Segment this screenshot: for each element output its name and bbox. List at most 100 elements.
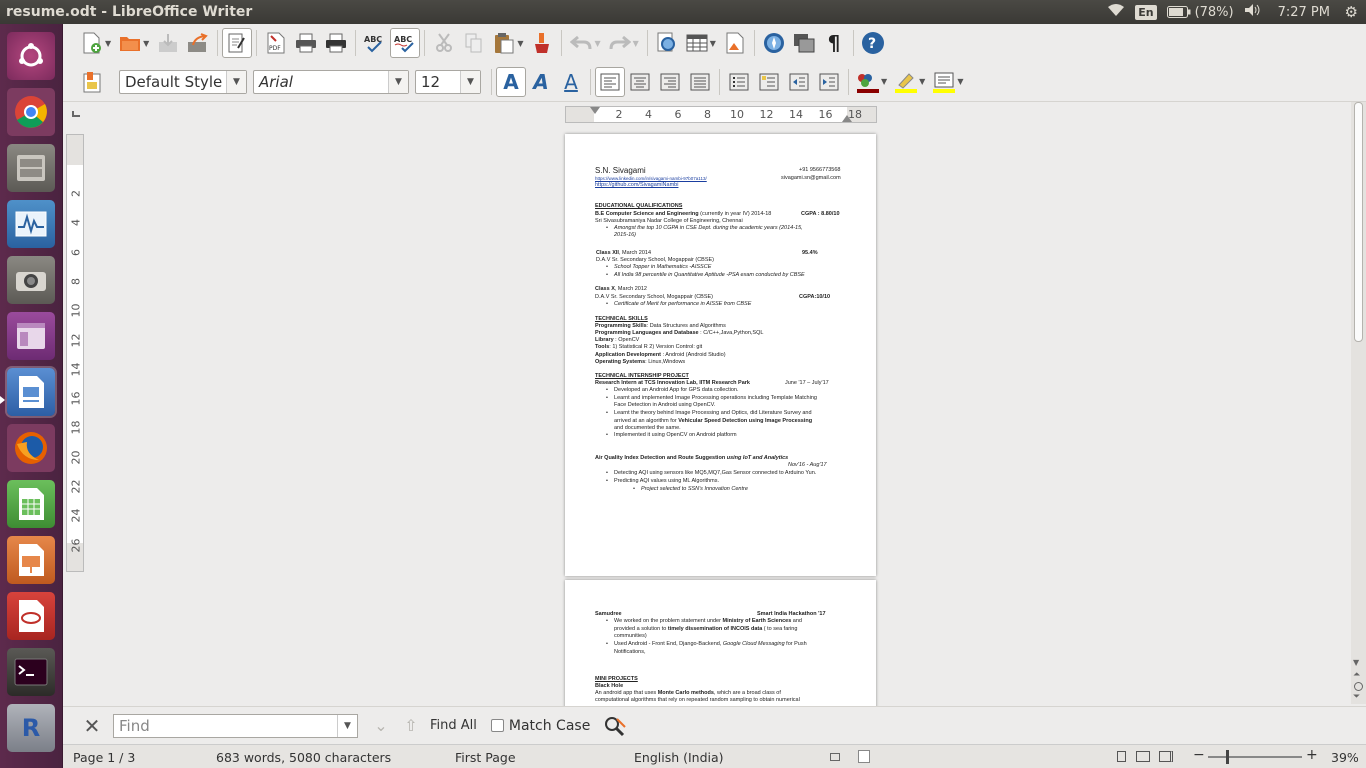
open-dropdown-arrow[interactable]: ▼ xyxy=(143,39,149,48)
libreoffice-writer-icon[interactable] xyxy=(7,368,55,416)
multi-page-view-icon[interactable] xyxy=(1136,751,1150,762)
export-pdf-icon[interactable]: PDF xyxy=(261,28,291,58)
auto-spellcheck-icon[interactable]: ABC xyxy=(390,28,421,58)
save-icon[interactable] xyxy=(153,28,183,58)
find-all-button[interactable]: Find All xyxy=(430,718,477,733)
insert-image-icon[interactable] xyxy=(720,28,750,58)
terminal-icon[interactable] xyxy=(7,648,55,696)
left-indent-marker[interactable] xyxy=(590,107,600,114)
unordered-list-icon[interactable] xyxy=(724,67,754,97)
zoom-slider-thumb[interactable] xyxy=(1226,750,1230,764)
page-count[interactable]: Page 1 / 3 xyxy=(73,750,135,765)
find-replace-icon[interactable] xyxy=(652,28,682,58)
clone-formatting-icon[interactable] xyxy=(527,28,557,58)
align-left-icon[interactable] xyxy=(595,66,625,97)
single-page-view-icon[interactable] xyxy=(1117,751,1126,762)
highlight-dropdown-arrow[interactable]: ▼ xyxy=(919,77,925,86)
horizontal-ruler[interactable]: 2 4 6 8 10 12 14 16 18 xyxy=(565,106,877,123)
battery-indicator[interactable]: (78%) xyxy=(1166,5,1234,20)
justify-icon[interactable] xyxy=(685,67,715,97)
chevron-down-icon[interactable]: ▼ xyxy=(337,714,357,737)
page-2[interactable]: Samudree Smart India Hackathon '17 • We … xyxy=(565,580,876,706)
volume-icon[interactable] xyxy=(1244,3,1262,21)
background-color-icon[interactable] xyxy=(929,67,959,97)
background-color-dropdown-arrow[interactable]: ▼ xyxy=(957,77,963,86)
vertical-scrollbar[interactable]: ▼ ⏶ ⏷ xyxy=(1351,102,1366,704)
font-size-combo[interactable]: 12 ▼ xyxy=(415,69,481,94)
page-style[interactable]: First Page xyxy=(455,750,516,765)
word-count[interactable]: 683 words, 5080 characters xyxy=(216,750,391,765)
firefox-icon[interactable] xyxy=(7,424,55,472)
spelling-icon[interactable]: ABC xyxy=(360,28,390,58)
chevron-down-icon[interactable]: ▼ xyxy=(226,70,246,93)
align-center-icon[interactable] xyxy=(625,67,655,97)
find-input[interactable]: Find ▼ xyxy=(113,713,358,738)
gallery-icon[interactable] xyxy=(789,28,819,58)
zoom-out-icon[interactable]: − xyxy=(1193,747,1205,763)
linkedin-link[interactable]: https://www.linkedin.com/in/sivagami-nam… xyxy=(595,175,707,182)
selection-mode-icon[interactable] xyxy=(858,750,870,763)
insert-table-icon[interactable] xyxy=(682,28,712,58)
text-style-a-icon[interactable]: A xyxy=(496,66,526,97)
paste-dropdown-arrow[interactable]: ▼ xyxy=(517,39,523,48)
ordered-list-icon[interactable] xyxy=(754,67,784,97)
increase-indent-icon[interactable] xyxy=(814,67,844,97)
copy-icon[interactable] xyxy=(459,28,489,58)
system-monitor-icon[interactable] xyxy=(7,200,55,248)
find-previous-icon[interactable]: ⌄ xyxy=(366,711,396,741)
scrollbar-thumb[interactable] xyxy=(1354,102,1363,342)
scroll-down-arrow[interactable]: ▼ xyxy=(1353,658,1359,667)
redo-icon[interactable] xyxy=(605,28,635,58)
github-link[interactable]: https://github.com/SivagamiNambi xyxy=(595,182,678,189)
navigator-icon[interactable] xyxy=(759,28,789,58)
clock[interactable]: 7:27 PM xyxy=(1278,5,1330,20)
document-app-icon[interactable] xyxy=(7,592,55,640)
vertical-ruler[interactable]: 2 4 6 8 10 12 14 16 18 20 22 24 26 xyxy=(66,134,84,572)
highlight-icon[interactable] xyxy=(891,67,921,97)
zoom-in-icon[interactable]: + xyxy=(1306,747,1318,763)
zoom-percent[interactable]: 39% xyxy=(1331,750,1359,765)
language[interactable]: English (India) xyxy=(634,750,724,765)
edit-mode-icon[interactable] xyxy=(222,28,253,58)
print-icon[interactable] xyxy=(291,28,321,58)
font-color-icon[interactable] xyxy=(853,67,883,97)
open-folder-icon[interactable] xyxy=(115,28,145,58)
insert-mode-icon[interactable] xyxy=(830,753,840,761)
paste-icon[interactable] xyxy=(489,28,519,58)
purple-window-icon[interactable] xyxy=(7,312,55,360)
ubuntu-dash-icon[interactable] xyxy=(7,32,55,80)
book-view-icon[interactable] xyxy=(1159,751,1173,762)
undo-dropdown-arrow[interactable]: ▼ xyxy=(594,39,600,48)
chevron-down-icon[interactable]: ▼ xyxy=(388,70,408,93)
paragraph-style-combo[interactable]: Default Style ▼ xyxy=(119,69,247,94)
files-cabinet-icon[interactable] xyxy=(7,144,55,192)
match-case-checkbox[interactable] xyxy=(490,719,504,732)
find-next-icon[interactable]: ⇧ xyxy=(396,711,426,741)
close-find-icon[interactable]: ✕ xyxy=(77,711,107,741)
right-indent-marker[interactable] xyxy=(842,115,852,122)
styles-icon[interactable] xyxy=(77,67,107,97)
chrome-icon[interactable] xyxy=(7,88,55,136)
chevron-down-icon[interactable]: ▼ xyxy=(460,70,480,93)
print-preview-icon[interactable] xyxy=(321,28,351,58)
new-document-icon[interactable] xyxy=(77,28,107,58)
libreoffice-calc-icon[interactable] xyxy=(7,480,55,528)
decrease-indent-icon[interactable] xyxy=(784,67,814,97)
next-page-icon[interactable]: ⏷ xyxy=(1353,692,1360,702)
match-case-label[interactable]: Match Case xyxy=(509,718,590,734)
camera-icon[interactable] xyxy=(7,256,55,304)
export-icon[interactable] xyxy=(183,28,213,58)
new-dropdown-arrow[interactable]: ▼ xyxy=(105,39,111,48)
formatting-marks-icon[interactable]: ¶ xyxy=(819,28,849,58)
r-app-icon[interactable]: R xyxy=(7,704,55,752)
previous-page-icon[interactable]: ⏶ xyxy=(1353,670,1360,680)
libreoffice-impress-icon[interactable] xyxy=(7,536,55,584)
document-canvas[interactable]: S.N. Sivagami +91 9566773568 https://www… xyxy=(86,126,1350,706)
redo-dropdown-arrow[interactable]: ▼ xyxy=(633,39,639,48)
font-color-dropdown-arrow[interactable]: ▼ xyxy=(881,77,887,86)
undo-icon[interactable] xyxy=(566,28,596,58)
zoom-slider-track[interactable] xyxy=(1208,756,1302,758)
font-name-combo[interactable]: Arial ▼ xyxy=(253,69,409,94)
underline-a-icon[interactable]: A xyxy=(556,67,586,97)
italic-a-icon[interactable]: A xyxy=(526,67,556,97)
